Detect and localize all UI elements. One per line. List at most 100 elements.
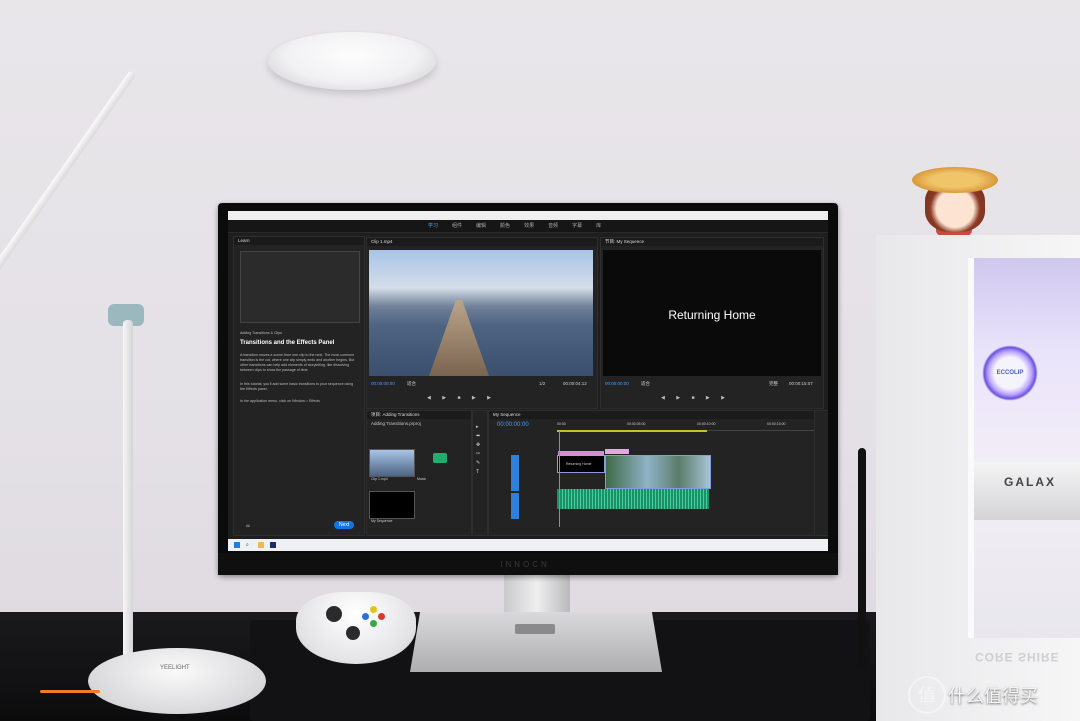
project-panel-header[interactable]: 项目: Adding Transitions [367,411,471,419]
learn-body-2: In this tutorial, you'll add some basic … [240,382,354,391]
search-icon[interactable]: ⌕ [246,542,249,548]
watermark-logo: 值 [908,676,946,714]
window-titlebar [228,211,828,220]
source-monitor-panel: Clip 1.mp4 00:00:00:00 适合 1/2 00:00:04:1… [366,237,598,409]
clip-thumbnail[interactable] [369,449,415,477]
pc-glass-panel [968,258,1080,638]
controller-x-button [362,613,369,620]
playhead[interactable] [559,431,560,527]
program-timecode: 00:00:00:00 [605,381,629,386]
audio-track-target[interactable] [511,493,519,519]
workspace-tab[interactable]: 学习 [428,222,438,229]
learn-step: In the application menu, click on Window… [240,399,320,403]
workspace-tab[interactable]: 颜色 [500,222,510,229]
ruler-tick: 00:00:15:00 [767,422,786,426]
start-icon[interactable] [234,542,240,548]
gpu-brand-label: GALAX [1004,475,1056,489]
source-video-frame [369,250,593,376]
source-duration: 00:00:04:12 [563,381,587,386]
source-fit-select[interactable]: 适合 [407,381,416,387]
controller-left-stick [326,606,342,622]
tool-icons[interactable]: ▸ ⬌ ✥ ✂ ✎ T [476,423,480,477]
workspace-tab[interactable]: 字幕 [572,222,582,229]
timeline-header[interactable]: My Sequence [489,411,823,419]
learn-body: A transition moves a scene from one clip… [240,353,355,372]
monitor-brand: INNOCN [500,560,550,569]
premiere-icon[interactable] [270,542,276,548]
graphics-card [974,462,1080,520]
program-video-frame: Returning Home [603,250,821,376]
ruler-tick: 00:00 [557,422,566,426]
lamp-pole [123,320,133,665]
title-clip-label: Returning Home [566,462,592,466]
monitor-screen: 学习 组件 编辑 颜色 效果 音频 字幕 库 Learn Adding Transitions… [228,211,828,551]
source-resolution[interactable]: 1/2 [539,381,545,386]
stand-logo [515,624,555,634]
game-controller [296,592,416,664]
program-fit-select[interactable]: 适合 [641,381,650,387]
workspace-menu: 学习 组件 编辑 颜色 效果 音频 字幕 库 [428,222,601,229]
lamp-base [88,648,266,714]
timeline-panel: My Sequence 00:00:00:00 00:00 00:00:05:0… [488,410,824,536]
work-area-bar[interactable] [557,430,707,432]
ruler-tick: 00:00:10:00 [697,422,716,426]
psu-shroud-label: CORE SHIRE [975,650,1060,664]
workspace-tab[interactable]: 效果 [524,222,534,229]
sequence-name: My Sequence [371,519,393,523]
track-headers [493,437,553,527]
orange-cable [40,690,100,693]
program-title-text: Returning Home [668,308,756,322]
music-name: Music [417,477,427,481]
tutorial-preview [240,251,360,323]
lamp-upper-arm [0,70,137,288]
learn-next-button[interactable]: Next [334,521,355,529]
workspace-tab[interactable]: 库 [596,222,601,229]
folder-icon[interactable] [258,542,264,548]
learn-section-label: Adding Transitions & Clips [240,331,282,335]
project-file-name: Adding Transitions.prproj [371,421,421,426]
audio-clip-a1[interactable] [557,489,709,509]
controller-b-button [378,613,385,620]
tools-panel: ▸ ⬌ ✥ ✂ ✎ T [472,410,488,536]
title-clip[interactable]: Returning Home [557,451,605,473]
program-duration: 00:00:15:07 [789,381,813,386]
workspace-tab[interactable]: 编辑 [476,222,486,229]
workspace-tab[interactable]: 音频 [548,222,558,229]
watermark-text: 什么值得买 [948,686,1038,707]
project-panel: 项目: Adding Transitions Adding Transition… [366,410,472,536]
controller-y-button [370,606,377,613]
sequence-thumbnail[interactable] [369,491,415,519]
audio-meters [814,410,828,536]
wooden-dock [429,300,489,376]
workspace-tab[interactable]: 组件 [452,222,462,229]
title-clip-header [558,451,604,456]
source-transport-controls[interactable]: ◀ ▶ ■ ▶ ▶ [427,395,496,401]
learn-title: Transitions and the Effects Panel [240,340,335,346]
clip1-name: Clip 1.mp4 [371,477,388,481]
source-panel-header[interactable]: Clip 1.mp4 [367,238,597,246]
timeline-timecode[interactable]: 00:00:00:00 [497,422,529,428]
windows-taskbar: ⌕ [228,539,828,551]
monitor-cable [858,448,866,668]
learn-panel-header: Learn [234,237,364,245]
music-thumbnail[interactable] [433,453,447,463]
desk-lamp-head [268,32,436,90]
learn-all-link[interactable]: All [246,524,250,529]
transition-marker[interactable] [605,449,629,454]
program-resolution[interactable]: 完整 [769,381,778,387]
video-clips-v1[interactable] [605,455,711,489]
learn-panel: Learn Adding Transitions & Clips Transit… [233,236,365,536]
controller-a-button [370,620,377,627]
aio-cooler-label: ECCOLIP [996,370,1024,376]
program-transport-controls[interactable]: ◀ ▶ ■ ▶ ▶ [661,395,730,401]
monitor-stand-neck [504,575,570,617]
source-timecode: 00:00:00:00 [371,381,395,386]
program-monitor-panel: 节目: My Sequence Returning Home 00:00:00:… [600,237,824,409]
monitor-stand-base [410,612,662,672]
controller-right-stick [346,626,360,640]
figurine-hat [912,167,998,193]
lamp-logo: YEELIGHT [160,665,190,671]
program-panel-header[interactable]: 节目: My Sequence [601,238,823,246]
video-track-target[interactable] [511,455,519,491]
ruler-tick: 00:00:05:00 [627,422,646,426]
